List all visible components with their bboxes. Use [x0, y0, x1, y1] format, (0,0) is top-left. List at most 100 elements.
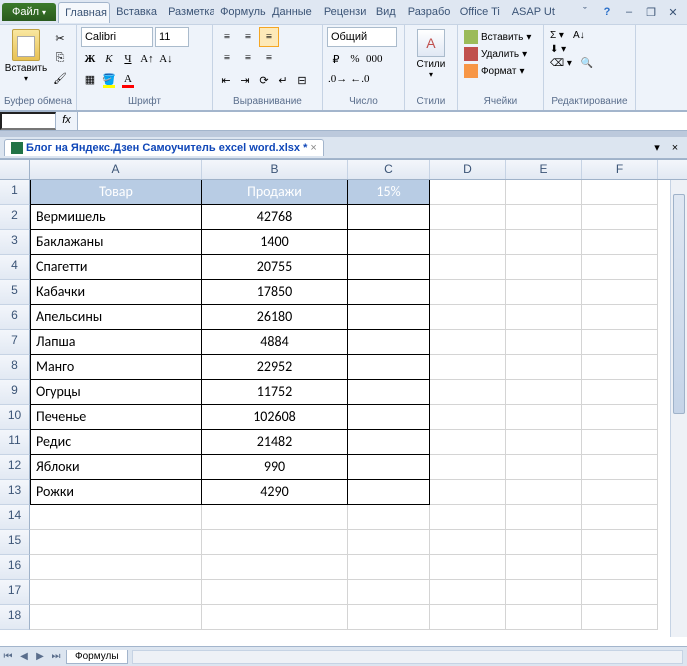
bold-button[interactable]: Ж: [81, 49, 99, 69]
formula-input[interactable]: [78, 112, 687, 130]
cell[interactable]: Рожки: [30, 480, 202, 505]
cell[interactable]: [348, 255, 430, 280]
sheet-nav-next-icon[interactable]: ▶: [32, 651, 48, 662]
cell[interactable]: [506, 580, 582, 605]
cell[interactable]: [202, 605, 348, 630]
cell[interactable]: [506, 280, 582, 305]
cell[interactable]: [202, 530, 348, 555]
cell[interactable]: [506, 555, 582, 580]
cell[interactable]: [348, 455, 430, 480]
sheet-nav-prev-icon[interactable]: ◀: [16, 651, 32, 662]
cell[interactable]: [582, 405, 658, 430]
cell[interactable]: [582, 230, 658, 255]
column-header[interactable]: E: [506, 160, 582, 179]
format-cells-button[interactable]: Формат ▾: [462, 63, 539, 79]
cell[interactable]: [582, 555, 658, 580]
cell[interactable]: Манго: [30, 355, 202, 380]
cell[interactable]: Огурцы: [30, 380, 202, 405]
cell[interactable]: Баклажаны: [30, 230, 202, 255]
align-middle-button[interactable]: ≡: [238, 27, 258, 47]
increase-decimal-button[interactable]: .0→: [327, 69, 348, 89]
cell[interactable]: [348, 555, 430, 580]
cell[interactable]: [430, 430, 506, 455]
ribbon-tab[interactable]: Рецензи: [318, 2, 370, 23]
cell[interactable]: [506, 605, 582, 630]
vertical-scroll-thumb[interactable]: [673, 194, 685, 414]
column-header[interactable]: A: [30, 160, 202, 179]
cell[interactable]: [506, 255, 582, 280]
cell[interactable]: [506, 330, 582, 355]
cell[interactable]: [348, 330, 430, 355]
row-header[interactable]: 7: [0, 330, 30, 355]
cell[interactable]: [202, 505, 348, 530]
fx-button[interactable]: fx: [56, 112, 78, 130]
cell[interactable]: [430, 230, 506, 255]
cell[interactable]: [430, 305, 506, 330]
workbook-tab[interactable]: Блог на Яндекс.Дзен Самоучитель excel wo…: [4, 139, 324, 156]
row-header[interactable]: 16: [0, 555, 30, 580]
increase-indent-button[interactable]: ⇥: [236, 70, 254, 90]
cell[interactable]: [430, 255, 506, 280]
row-header[interactable]: 3: [0, 230, 30, 255]
shrink-font-button[interactable]: A↓: [157, 49, 175, 69]
cell[interactable]: [30, 505, 202, 530]
row-header[interactable]: 10: [0, 405, 30, 430]
wrap-text-button[interactable]: ↵: [274, 70, 292, 90]
row-header[interactable]: 8: [0, 355, 30, 380]
cell[interactable]: [202, 555, 348, 580]
cell[interactable]: [348, 505, 430, 530]
cell[interactable]: [430, 480, 506, 505]
row-header[interactable]: 1: [0, 180, 30, 205]
cell[interactable]: [506, 505, 582, 530]
row-header[interactable]: 6: [0, 305, 30, 330]
decrease-indent-button[interactable]: ⇤: [217, 70, 235, 90]
row-header[interactable]: 4: [0, 255, 30, 280]
cell[interactable]: [582, 330, 658, 355]
cell[interactable]: [430, 455, 506, 480]
cell[interactable]: 26180: [202, 305, 348, 330]
cell[interactable]: Лапша: [30, 330, 202, 355]
row-header[interactable]: 12: [0, 455, 30, 480]
ribbon-tab[interactable]: Главная: [58, 2, 110, 23]
ribbon-tab[interactable]: Разметка: [162, 2, 214, 23]
cut-button[interactable]: ✂: [50, 29, 70, 47]
cell[interactable]: 21482: [202, 430, 348, 455]
cell[interactable]: [582, 380, 658, 405]
cell[interactable]: [430, 180, 506, 205]
cell[interactable]: [348, 380, 430, 405]
select-all-corner[interactable]: [0, 160, 30, 179]
cell[interactable]: Товар: [30, 180, 202, 205]
cell[interactable]: [582, 505, 658, 530]
cell[interactable]: [506, 480, 582, 505]
ribbon-tab[interactable]: Вид: [370, 2, 402, 23]
font-color-button[interactable]: A: [119, 69, 137, 89]
cell[interactable]: [348, 355, 430, 380]
cell[interactable]: [30, 605, 202, 630]
cell[interactable]: 22952: [202, 355, 348, 380]
fill-button[interactable]: ⬇ ▾: [548, 43, 631, 56]
grow-font-button[interactable]: A↑: [138, 49, 156, 69]
cell[interactable]: 20755: [202, 255, 348, 280]
paste-button[interactable]: Вставить ▾: [4, 29, 48, 83]
cell[interactable]: [430, 405, 506, 430]
file-tab[interactable]: Файл: [2, 3, 56, 21]
cell[interactable]: [430, 330, 506, 355]
font-size-select[interactable]: [155, 27, 189, 47]
sheet-tab[interactable]: Формулы: [66, 650, 128, 664]
underline-button[interactable]: Ч: [119, 49, 137, 69]
font-name-select[interactable]: [81, 27, 153, 47]
row-header[interactable]: 18: [0, 605, 30, 630]
cell[interactable]: [582, 180, 658, 205]
comma-button[interactable]: 000: [365, 49, 384, 69]
row-header[interactable]: 15: [0, 530, 30, 555]
cell[interactable]: [582, 605, 658, 630]
cell[interactable]: 11752: [202, 380, 348, 405]
cell[interactable]: [582, 580, 658, 605]
align-right-button[interactable]: ≡: [259, 48, 279, 68]
cell[interactable]: [430, 505, 506, 530]
row-header[interactable]: 2: [0, 205, 30, 230]
ribbon-tab[interactable]: Вставка: [110, 2, 162, 23]
cell[interactable]: [582, 255, 658, 280]
cell[interactable]: Печенье: [30, 405, 202, 430]
cell[interactable]: Кабачки: [30, 280, 202, 305]
